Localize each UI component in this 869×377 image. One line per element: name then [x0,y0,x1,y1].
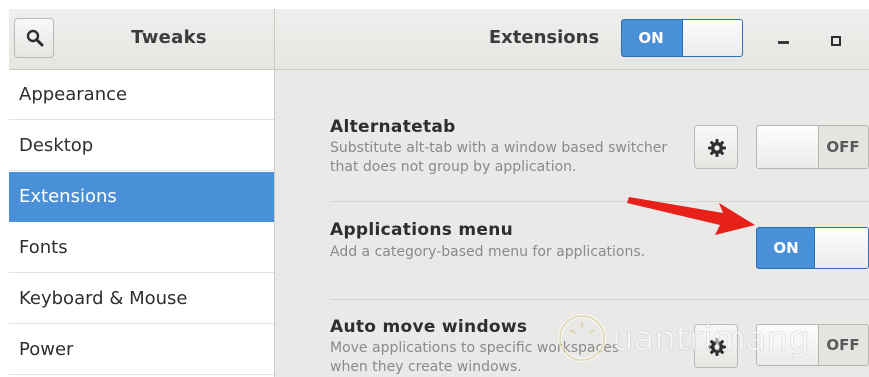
sidebar-item-keyboard-mouse[interactable]: Keyboard & Mouse [9,274,274,324]
search-button[interactable] [14,18,54,58]
sidebar: Appearance Desktop Extensions Fonts Keyb… [9,70,275,377]
switch-label: OFF [826,138,860,156]
switch-knob [757,126,819,168]
sidebar-item-desktop[interactable]: Desktop [9,121,274,171]
extension-description: Substitute alt-tab with a window based s… [330,140,668,175]
extension-row-alternatetab: Alternatetab Substitute alt-tab with a w… [330,110,869,190]
switch-knob [814,228,868,268]
sidebar-item-extensions[interactable]: Extensions [9,172,274,222]
page-title: Extensions [488,27,600,48]
sidebar-item-appearance[interactable]: Appearance [9,70,274,120]
switch-label: ON [638,29,664,47]
extensions-master-switch[interactable]: ON [621,19,743,57]
minimize-icon[interactable] [772,29,796,53]
watermark-logo: uantrimang [558,314,810,362]
header-bar: Tweaks Extensions ON [9,9,869,70]
search-icon [26,29,44,47]
extension-row-applications-menu: Applications menu Add a category-based m… [330,210,869,290]
annotation-arrow [627,197,755,235]
sidebar-item-power[interactable]: Power [9,325,274,375]
watermark-text: uantrimang [612,319,810,359]
gear-icon [708,139,726,157]
app-title: Tweaks [131,27,207,48]
sidebar-item-fonts[interactable]: Fonts [9,223,274,273]
extension-name: Auto move windows [330,317,528,337]
extension-name: Alternatetab [330,117,456,137]
extension-toggle[interactable]: OFF [756,125,869,169]
extension-name: Applications menu [330,220,514,240]
extension-description: Add a category-based menu for applicatio… [330,244,646,260]
extension-settings-button[interactable] [694,125,738,169]
row-divider [330,201,869,202]
maximize-icon[interactable] [824,29,848,53]
header-left: Tweaks [9,9,275,69]
switch-knob [682,20,742,56]
